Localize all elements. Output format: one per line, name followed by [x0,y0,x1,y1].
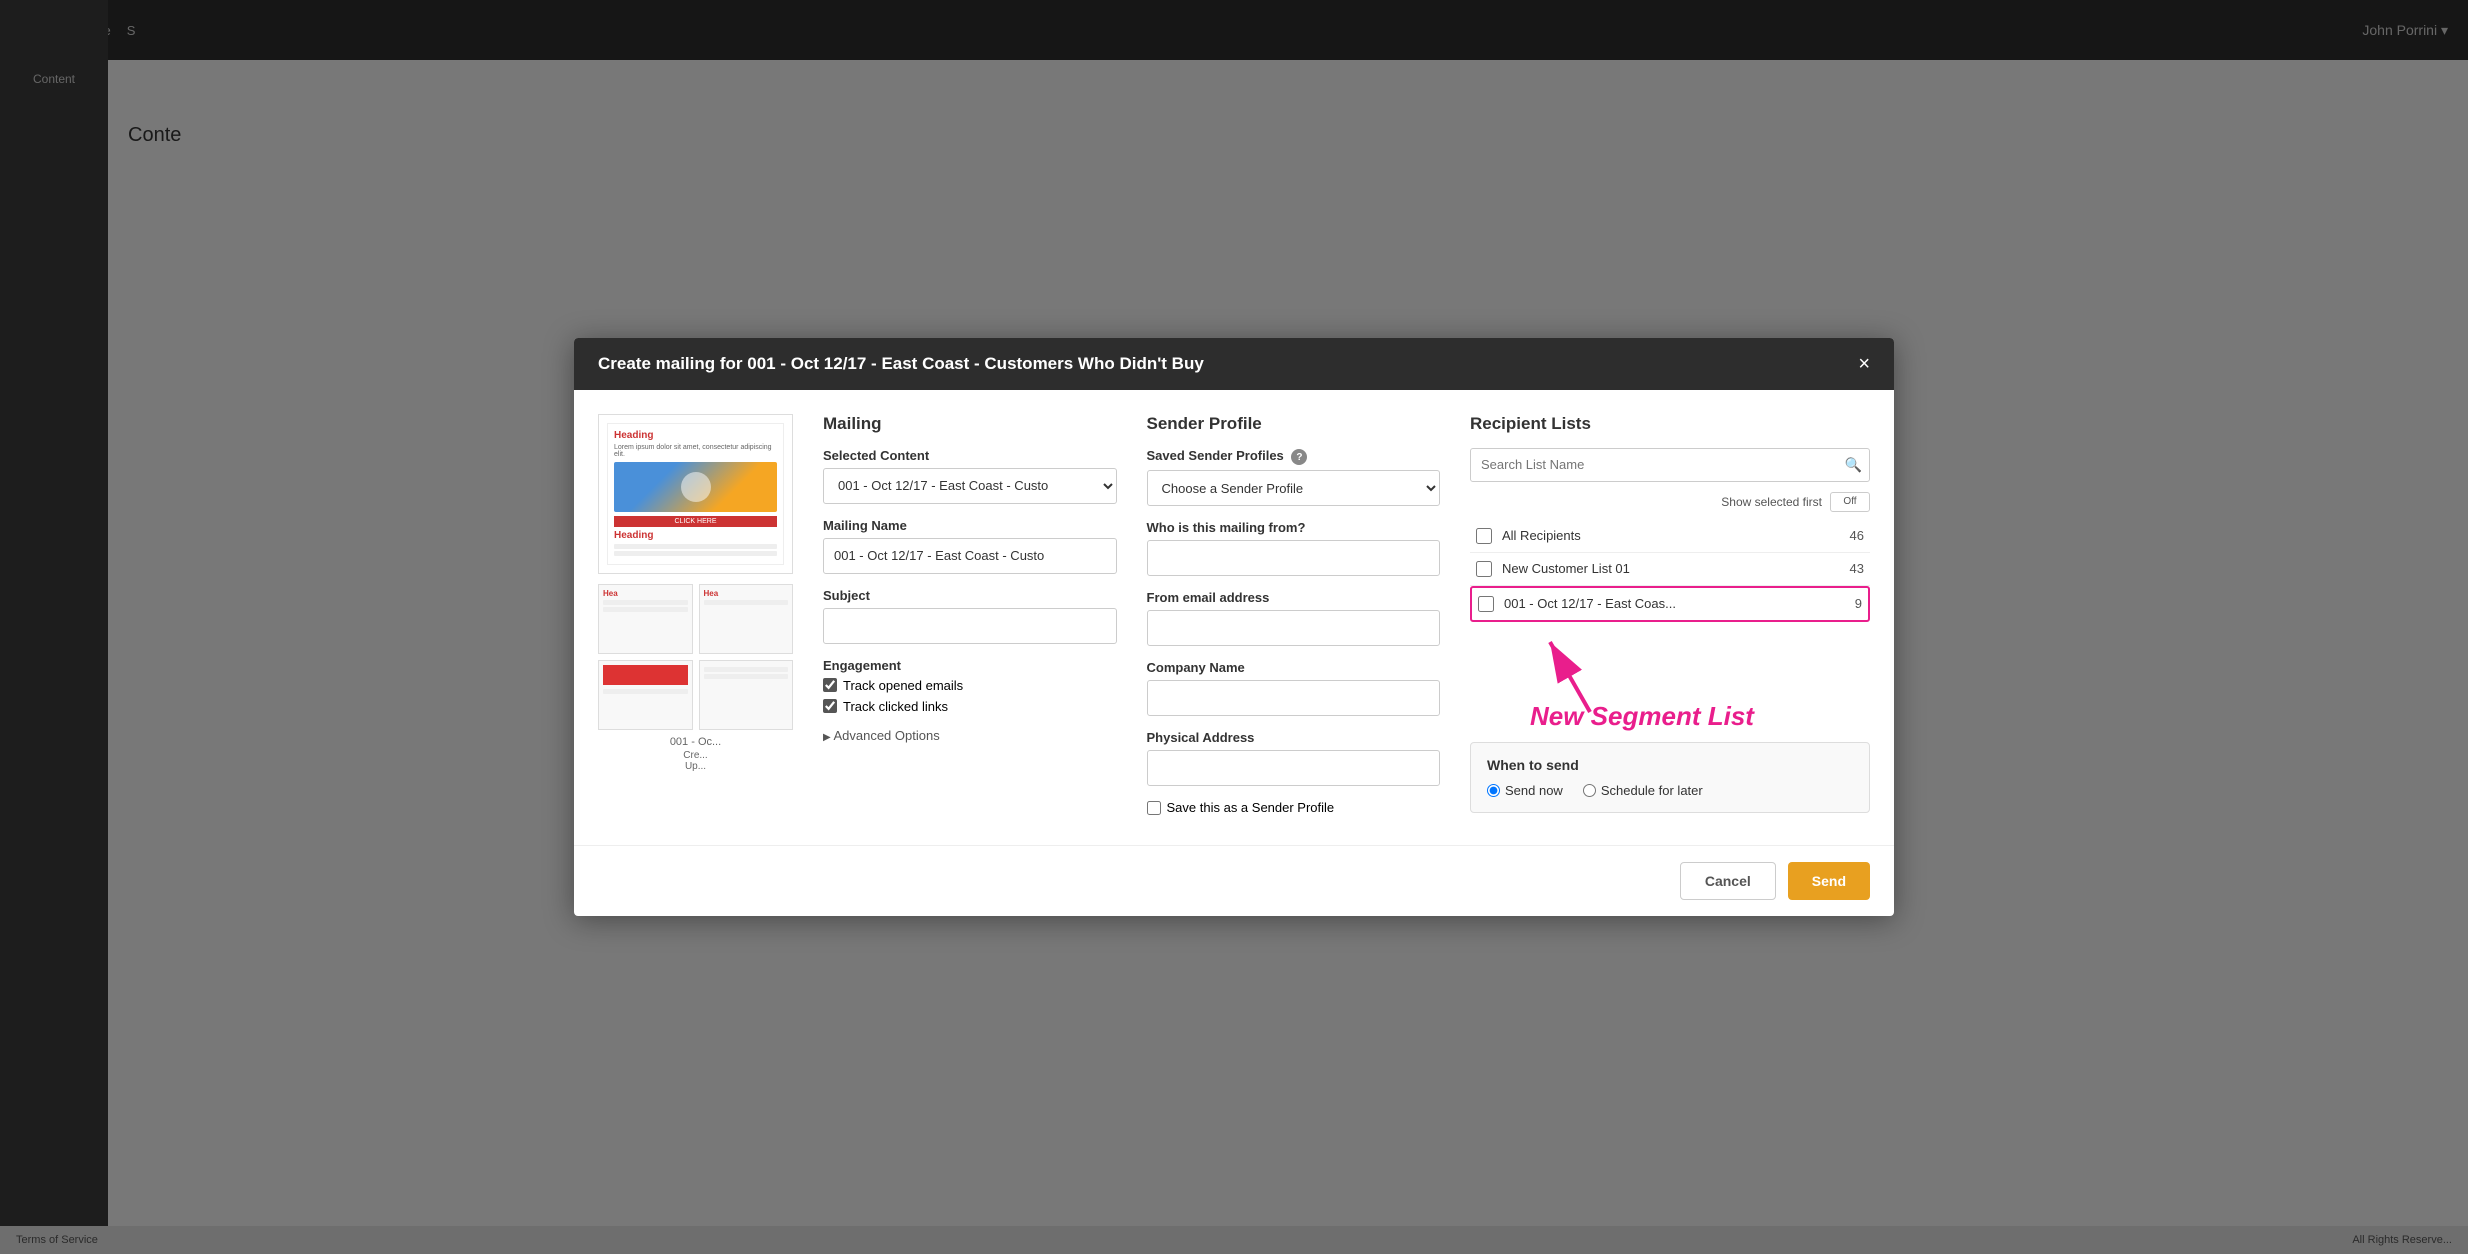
modal-body: Heading Lorem ipsum dolor sit amet, cons… [574,390,1894,846]
new-customer-name: New Customer List 01 [1502,561,1842,576]
mailing-name-label: Mailing Name [823,518,1117,533]
from-email-input[interactable] [1147,610,1441,646]
create-mailing-modal: Create mailing for 001 - Oct 12/17 - Eas… [574,338,1894,917]
from-label: Who is this mailing from? [1147,520,1441,535]
track-opened-label: Track opened emails [843,678,963,693]
preview-caption: 001 - Oc... [598,736,793,748]
subject-group: Subject [823,588,1117,644]
modal-title: Create mailing for 001 - Oct 12/17 - Eas… [598,354,1204,374]
address-label: Physical Address [1147,730,1441,745]
list-item-segment[interactable]: 001 - Oct 12/17 - East Coas... 9 [1470,586,1870,622]
preview-column: Heading Lorem ipsum dolor sit amet, cons… [598,414,793,822]
engagement-group: Engagement Track opened emails Track cli… [823,658,1117,714]
send-now-option[interactable]: Send now [1487,783,1563,798]
new-customer-count: 43 [1850,561,1864,576]
address-input[interactable] [1147,750,1441,786]
all-recipients-checkbox[interactable] [1476,528,1492,544]
subject-input[interactable] [823,608,1117,644]
new-segment-annotation: New Segment List [1530,701,1754,732]
mailing-section-title: Mailing [823,414,1117,434]
help-icon[interactable]: ? [1291,449,1307,465]
when-to-send-options: Send now Schedule for later [1487,783,1853,798]
from-email-group: From email address [1147,590,1441,646]
advanced-options-toggle[interactable]: Advanced Options [823,728,1117,743]
list-item-all-recipients[interactable]: All Recipients 46 [1470,520,1870,553]
when-to-send-box: When to send Send now Schedule for later [1470,742,1870,813]
schedule-radio[interactable] [1583,784,1596,797]
track-clicked-label: Track clicked links [843,699,948,714]
preview-grid-item-1: Hea [598,584,693,654]
preview-thumbnail-main: Heading Lorem ipsum dolor sit amet, cons… [598,414,793,574]
search-input[interactable] [1470,448,1870,482]
mailing-name-input[interactable] [823,538,1117,574]
sender-section-title: Sender Profile [1147,414,1441,434]
company-name-input[interactable] [1147,680,1441,716]
mailing-name-group: Mailing Name [823,518,1117,574]
preview-sub: Cre...Up... [598,750,793,772]
saved-profiles-label: Saved Sender Profiles ? [1147,448,1441,466]
preview-grid-item-2: Hea [699,584,794,654]
show-selected-row: Show selected first Off [1470,492,1870,512]
track-opened-row: Track opened emails [823,678,1117,693]
recipient-section-title: Recipient Lists [1470,414,1870,434]
selected-content-select[interactable]: 001 - Oct 12/17 - East Coast - Custo [823,468,1117,504]
send-button[interactable]: Send [1788,862,1870,900]
saved-profiles-group: Saved Sender Profiles ? Choose a Sender … [1147,448,1441,507]
selected-content-group: Selected Content 001 - Oct 12/17 - East … [823,448,1117,504]
track-opened-checkbox[interactable] [823,678,837,692]
search-icon: 🔍 [1845,456,1862,473]
selected-content-label: Selected Content [823,448,1117,463]
from-name-group: Who is this mailing from? [1147,520,1441,576]
company-name-group: Company Name [1147,660,1441,716]
save-profile-label: Save this as a Sender Profile [1167,800,1335,815]
mailing-column: Mailing Selected Content 001 - Oct 12/17… [823,414,1117,822]
modal-close-button[interactable]: × [1858,354,1870,374]
send-now-label: Send now [1505,783,1563,798]
engagement-label: Engagement [823,658,1117,673]
recipient-column: Recipient Lists 🔍 Show selected first Of… [1470,414,1870,822]
when-to-send-title: When to send [1487,757,1853,773]
modal-overlay: Create mailing for 001 - Oct 12/17 - Eas… [0,0,2468,1254]
segment-checkbox[interactable] [1478,596,1494,612]
modal-header: Create mailing for 001 - Oct 12/17 - Eas… [574,338,1894,390]
track-clicked-checkbox[interactable] [823,699,837,713]
track-clicked-row: Track clicked links [823,699,1117,714]
schedule-option[interactable]: Schedule for later [1583,783,1703,798]
search-box: 🔍 [1470,448,1870,482]
thumbnail-image [614,462,777,512]
schedule-label: Schedule for later [1601,783,1703,798]
save-profile-checkbox[interactable] [1147,801,1161,815]
subject-label: Subject [823,588,1117,603]
sender-profile-select[interactable]: Choose a Sender Profile [1147,470,1441,506]
preview-grid: Hea Hea [598,584,793,730]
preview-grid-item-4 [699,660,794,730]
send-now-radio[interactable] [1487,784,1500,797]
company-label: Company Name [1147,660,1441,675]
physical-address-group: Physical Address [1147,730,1441,786]
list-item-new-customer[interactable]: New Customer List 01 43 [1470,553,1870,586]
all-recipients-name: All Recipients [1502,528,1842,543]
new-customer-checkbox[interactable] [1476,561,1492,577]
annotation-area: New Segment List [1470,622,1870,732]
preview-grid-item-3 [598,660,693,730]
cancel-button[interactable]: Cancel [1680,862,1776,900]
modal-footer: Cancel Send [574,845,1894,916]
all-recipients-count: 46 [1850,528,1864,543]
sender-column: Sender Profile Saved Sender Profiles ? C… [1147,414,1441,822]
segment-count: 9 [1855,596,1862,611]
from-email-label: From email address [1147,590,1441,605]
from-name-input[interactable] [1147,540,1441,576]
segment-name: 001 - Oct 12/17 - East Coas... [1504,596,1847,611]
save-profile-row: Save this as a Sender Profile [1147,800,1441,815]
show-selected-toggle[interactable]: Off [1830,492,1870,512]
show-selected-label: Show selected first [1721,495,1822,509]
